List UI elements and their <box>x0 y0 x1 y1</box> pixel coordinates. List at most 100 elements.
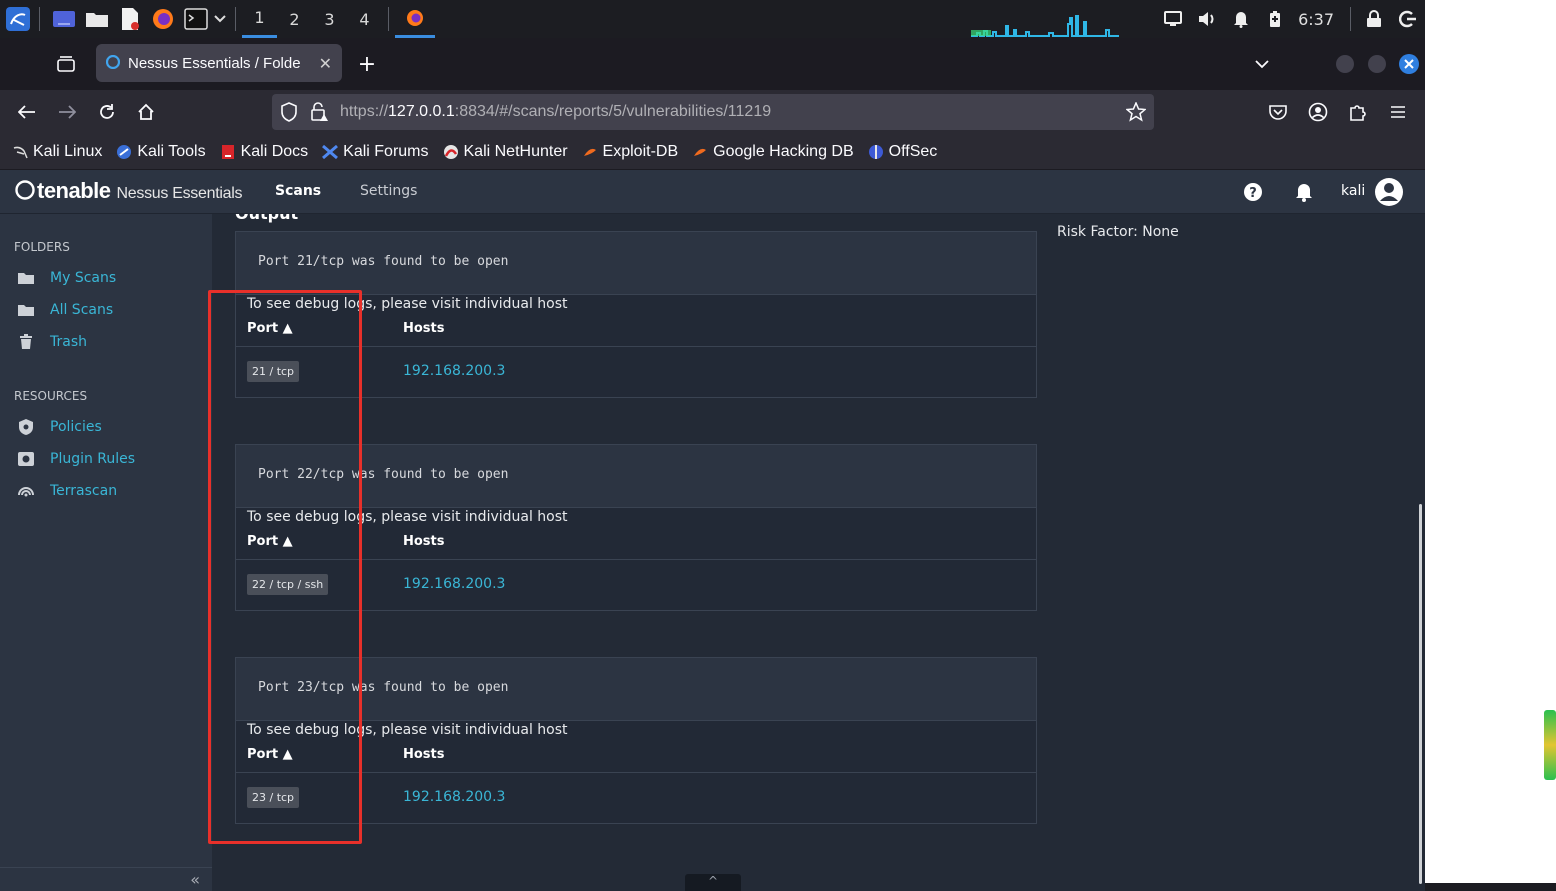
table-row: 23 / tcp 192.168.200.3 <box>236 773 1036 823</box>
screen-icon[interactable] <box>1156 0 1190 38</box>
folder-icon <box>16 269 36 287</box>
hosts-column-header: Hosts <box>403 534 445 549</box>
tab-overview-icon[interactable] <box>52 50 80 78</box>
sidebar-item-plugin-rules[interactable]: Plugin Rules <box>16 450 135 468</box>
collapse-sidebar-button[interactable]: « <box>0 867 212 891</box>
debug-logs-note: To see debug logs, please visit individu… <box>247 509 568 525</box>
clock[interactable]: 6:37 <box>1298 10 1334 29</box>
window-close-icon[interactable] <box>1395 50 1423 78</box>
host-link[interactable]: 192.168.200.3 <box>403 363 505 379</box>
kali-tools-icon <box>116 144 132 160</box>
host-link[interactable]: 192.168.200.3 <box>403 576 505 592</box>
folder-icon <box>16 301 36 319</box>
site-lock-warning-icon[interactable] <box>310 102 330 126</box>
nav-scans[interactable]: Scans <box>275 183 321 199</box>
user-avatar-icon[interactable] <box>1374 177 1404 211</box>
window-minimize-icon[interactable] <box>1331 50 1359 78</box>
browser-tab-nessus[interactable]: Nessus Essentials / Folde ✕ <box>96 44 342 82</box>
panel-separator <box>1350 7 1351 31</box>
bookmark-kali-forums[interactable]: Kali Forums <box>322 143 429 161</box>
bookmark-label: Kali Linux <box>33 142 103 160</box>
port-column-header[interactable]: Port ▲ <box>247 321 293 336</box>
battery-icon[interactable] <box>1258 0 1292 38</box>
page-scrollbar[interactable] <box>1419 504 1422 884</box>
sidebar-item-my-scans[interactable]: My Scans <box>16 269 116 287</box>
bookmark-offsec[interactable]: OffSec <box>868 142 938 161</box>
bookmark-kali-docs[interactable]: Kali Docs <box>220 143 308 161</box>
terminal-icon[interactable] <box>181 4 211 34</box>
hamburger-menu-icon[interactable] <box>1384 98 1412 126</box>
sidebar-item-policies[interactable]: Policies <box>16 418 102 436</box>
tracking-shield-icon[interactable] <box>280 102 298 126</box>
account-icon[interactable] <box>1304 98 1332 126</box>
chevron-down-icon[interactable] <box>211 0 229 38</box>
desktop-icon[interactable] <box>49 4 79 34</box>
bookmark-kali-linux[interactable]: Kali Linux <box>12 143 102 161</box>
new-tab-icon[interactable]: + <box>353 50 381 78</box>
output-block: Port 21/tcp was found to be open To see … <box>235 231 1037 398</box>
scroll-to-top-button[interactable]: ^ <box>685 874 741 891</box>
firefox-icon[interactable] <box>148 4 178 34</box>
hosts-column-header: Hosts <box>403 321 445 336</box>
close-tab-icon[interactable]: ✕ <box>319 54 332 73</box>
files-icon[interactable] <box>82 4 112 34</box>
bookmark-star-icon[interactable] <box>1125 101 1147 126</box>
desktop-background <box>1425 0 1556 891</box>
nav-settings[interactable]: Settings <box>360 183 417 199</box>
bookmark-label: OffSec <box>888 142 938 160</box>
host-link[interactable]: 192.168.200.3 <box>403 789 505 805</box>
nethunter-icon <box>443 144 459 160</box>
pocket-icon[interactable] <box>1264 98 1292 126</box>
reload-icon[interactable] <box>93 98 121 126</box>
logo-brand: tenable <box>37 178 111 203</box>
exploit-db-icon <box>582 144 598 160</box>
sidebar-item-all-scans[interactable]: All Scans <box>16 301 113 319</box>
workspace-2[interactable]: 2 <box>277 0 312 38</box>
debug-logs-note: To see debug logs, please visit individu… <box>247 296 568 312</box>
port-column-header[interactable]: Port ▲ <box>247 747 293 762</box>
panel-separator <box>39 7 40 31</box>
user-name[interactable]: kali <box>1341 183 1365 199</box>
bookmark-exploit-db[interactable]: Exploit-DB <box>582 142 679 161</box>
bookmark-label: Kali Tools <box>137 142 206 160</box>
bookmark-label: Kali NetHunter <box>463 142 568 160</box>
extensions-icon[interactable] <box>1344 98 1372 126</box>
ghdb-icon <box>692 144 708 160</box>
sidebar: FOLDERS My Scans All Scans Trash RESOURC… <box>0 214 212 891</box>
bookmark-kali-nethunter[interactable]: Kali NetHunter <box>443 143 568 161</box>
url-bar[interactable]: https://127.0.0.1:8834/#/scans/reports/5… <box>272 94 1154 130</box>
back-arrow-icon[interactable] <box>13 98 41 126</box>
output-heading: Output <box>235 214 298 223</box>
forward-arrow-icon[interactable] <box>53 98 81 126</box>
browser-nav-bar: https://127.0.0.1:8834/#/scans/reports/5… <box>0 90 1425 134</box>
volume-icon[interactable] <box>1190 0 1224 38</box>
workspace-1[interactable]: 1 <box>242 0 277 38</box>
sidebar-item-trash[interactable]: Trash <box>16 333 87 351</box>
network-graph <box>971 0 1146 38</box>
home-icon[interactable] <box>132 98 160 126</box>
kali-menu-icon[interactable] <box>3 4 33 34</box>
notification-bell-icon[interactable] <box>1224 0 1258 38</box>
bookmark-kali-tools[interactable]: Kali Tools <box>116 142 206 161</box>
bookmark-google-hacking-db[interactable]: Google Hacking DB <box>692 143 854 161</box>
window-maximize-icon[interactable] <box>1363 50 1391 78</box>
system-panel: 1 2 3 4 6:37 <box>0 0 1425 38</box>
sidebar-item-terrascan[interactable]: Terrascan <box>16 482 117 500</box>
double-chevron-left-icon: « <box>190 870 200 889</box>
workspace-3[interactable]: 3 <box>312 0 347 38</box>
bookmark-label: Exploit-DB <box>602 142 679 160</box>
tenable-logo[interactable]: tenable Nessus Essentials <box>14 178 242 204</box>
terrascan-icon <box>16 482 36 500</box>
list-tabs-chevron-icon[interactable] <box>1248 50 1276 78</box>
browser-tab-strip: Nessus Essentials / Folde ✕ + <box>0 38 1425 90</box>
side-gauge-widget <box>1544 710 1556 780</box>
port-column-header[interactable]: Port ▲ <box>247 534 293 549</box>
workspace-4[interactable]: 4 <box>347 0 382 38</box>
help-icon[interactable]: ? <box>1243 182 1263 206</box>
notifications-bell-icon[interactable] <box>1295 182 1313 206</box>
text-editor-icon[interactable] <box>115 4 145 34</box>
logout-icon[interactable] <box>1391 0 1425 38</box>
firefox-window-button[interactable] <box>395 0 435 38</box>
lock-icon[interactable] <box>1357 0 1391 38</box>
url-text[interactable]: https://127.0.0.1:8834/#/scans/reports/5… <box>340 103 771 121</box>
